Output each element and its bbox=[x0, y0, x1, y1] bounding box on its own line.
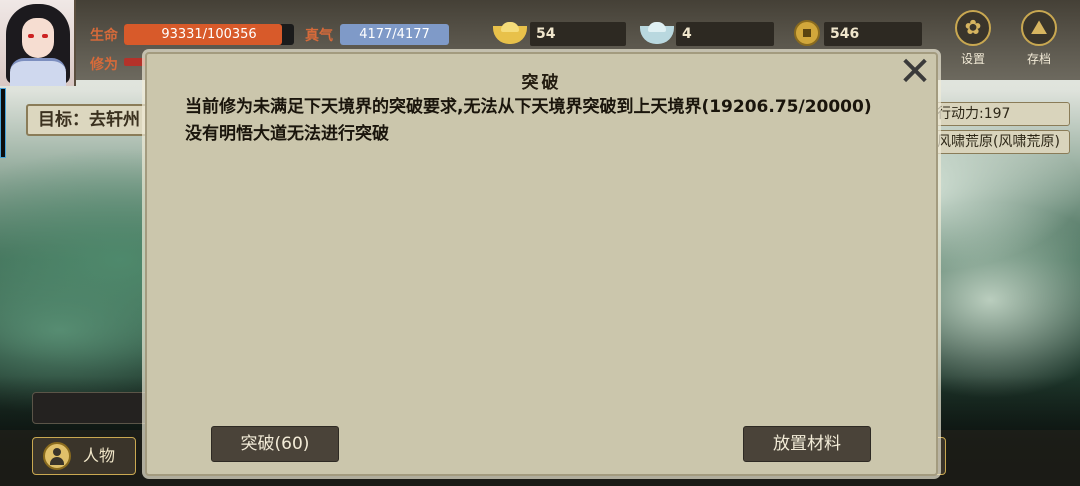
silver-ingot-icon bbox=[640, 20, 674, 46]
settings-label: 设置 bbox=[960, 52, 985, 66]
location-label[interactable]: 风啸荒原(风啸荒原) bbox=[930, 130, 1070, 154]
character-button[interactable]: 人物 bbox=[32, 437, 136, 475]
hp-value: 93331/100356 bbox=[161, 27, 257, 42]
qi-bar: 4177/4177 bbox=[340, 24, 449, 45]
hp-label: 生命 bbox=[90, 28, 118, 44]
player-portrait[interactable] bbox=[0, 0, 76, 86]
message-line-1: 当前修为未满足下天境界的突破要求,无法从下天境界突破到上天境界(19206.75… bbox=[185, 97, 872, 117]
action-points: 行动力:197 bbox=[930, 102, 1070, 126]
close-icon[interactable]: ✕ bbox=[895, 52, 935, 92]
breakthrough-dialog: 突破 ✕ 当前修为未满足下天境界的突破要求,无法从下天境界突破到上天境界(192… bbox=[145, 52, 938, 476]
left-edge-tab[interactable] bbox=[0, 88, 6, 158]
silver-count: 4 bbox=[676, 22, 774, 46]
save-label: 存档 bbox=[1026, 52, 1051, 66]
save-icon: ⛰ bbox=[1021, 10, 1057, 46]
save-button[interactable]: ⛰ 存档 bbox=[1016, 10, 1062, 67]
qi-value: 4177/4177 bbox=[359, 27, 430, 42]
qi-label: 真气 bbox=[305, 28, 333, 44]
coin-count: 546 bbox=[824, 22, 922, 46]
gold-count: 54 bbox=[530, 22, 626, 46]
dialog-title: 突破 bbox=[521, 73, 562, 93]
breakthrough-button[interactable]: 突破(60) bbox=[211, 426, 339, 462]
cultivation-label: 修为 bbox=[90, 57, 118, 73]
portrait-eye-left bbox=[28, 34, 34, 38]
settings-gear-icon: ✿ bbox=[955, 10, 991, 46]
copper-coin-icon bbox=[788, 20, 822, 46]
portrait-eye-right bbox=[42, 34, 48, 38]
hp-bar: 93331/100356 bbox=[124, 24, 294, 45]
quest-goal[interactable]: 目标：去轩州 bbox=[26, 104, 150, 136]
chat-box[interactable] bbox=[32, 392, 150, 424]
silver-ingot-top bbox=[648, 22, 666, 32]
coin-shape bbox=[794, 20, 820, 46]
portrait-face bbox=[22, 18, 54, 58]
place-materials-button[interactable]: 放置材料 bbox=[743, 426, 871, 462]
message-line-2: 没有明悟大道无法进行突破 bbox=[185, 124, 389, 144]
dialog-message: 当前修为未满足下天境界的突破要求,无法从下天境界突破到上天境界(19206.75… bbox=[185, 94, 905, 148]
character-avatar-icon bbox=[43, 442, 71, 470]
gold-ingot-top bbox=[501, 22, 519, 32]
portrait-robe bbox=[10, 58, 66, 86]
cultivation-bar bbox=[124, 58, 146, 66]
character-label: 人物 bbox=[83, 446, 116, 465]
gold-ingot-icon bbox=[493, 20, 527, 46]
settings-button[interactable]: ✿ 设置 bbox=[950, 10, 996, 67]
